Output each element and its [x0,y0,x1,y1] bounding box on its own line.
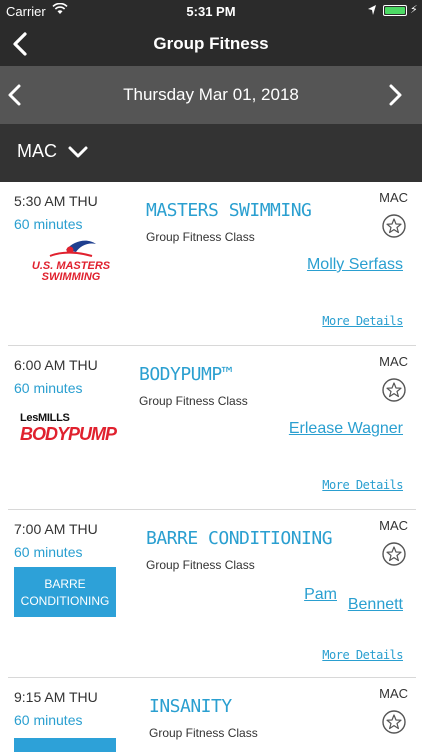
class-card-barre-conditioning[interactable]: 7:00 AM THU 60 minutes BARRE CONDITIONIN… [8,510,416,678]
class-name[interactable]: BARRE CONDITIONING [146,528,333,549]
class-duration: 60 minutes [14,544,83,560]
instructor-first-name-link[interactable]: Pam [304,586,337,604]
navigation-bar: Group Fitness [0,22,422,66]
class-type: Group Fitness Class [146,558,255,572]
class-name[interactable]: INSANITY [149,696,232,717]
favorite-star-icon[interactable] [382,378,406,402]
class-card-masters-swimming[interactable]: 5:30 AM THU 60 minutes U.S. MASTERS SWIM… [8,182,416,346]
class-name[interactable]: MASTERS SWIMMING [146,200,312,221]
lesmills-bodypump-logo: LesMILLS BODYPUMP [20,412,117,446]
barre-conditioning-logo: BARRE CONDITIONING [14,567,116,617]
class-type: Group Fitness Class [139,394,248,408]
charging-bolt-icon: ⚡ [410,4,418,16]
class-location: MAC [379,518,408,533]
class-duration: 60 minutes [14,380,83,396]
battery-icon [383,5,407,16]
logo-text-line2: SWIMMING [42,271,101,282]
location-filter[interactable]: MAC [0,124,422,182]
class-name[interactable]: BODYPUMP™ [139,364,233,385]
class-duration: 60 minutes [14,712,83,728]
more-details-link[interactable]: More Details [322,648,403,662]
page-title: Group Fitness [153,34,269,53]
more-details-link[interactable]: More Details [322,478,403,492]
favorite-star-icon[interactable] [382,542,406,566]
status-bar: Carrier 5:31 PM ⚡ [0,0,422,22]
more-details-link[interactable]: More Details [322,314,403,328]
class-type: Group Fitness Class [146,230,255,244]
logo-text-line1: LesMILLS [20,412,70,424]
instructor-link[interactable]: Molly Serfass [307,256,403,274]
class-location: MAC [379,686,408,701]
class-location: MAC [379,190,408,205]
next-day-icon[interactable] [384,82,406,108]
class-time: 9:15 AM THU [14,689,98,705]
class-type: Group Fitness Class [149,726,258,740]
class-time: 5:30 AM THU [14,193,98,209]
logo-text-line2: BODYPUMP [20,424,117,444]
favorite-star-icon[interactable] [382,710,406,734]
status-time: 5:31 PM [186,4,236,19]
location-arrow-icon [368,5,376,15]
location-filter-label: MAC [17,141,57,161]
class-duration: 60 minutes [14,216,83,232]
logo-text-line2: CONDITIONING [20,594,110,608]
date-selector: Thursday Mar 01, 2018 [0,66,422,124]
instructor-last-name-link[interactable]: Bennett [348,596,403,614]
class-time: 6:00 AM THU [14,357,98,373]
class-location: MAC [379,354,408,369]
class-card-insanity[interactable]: 9:15 AM THU 60 minutes INSANITY Group Fi… [8,678,416,752]
logo-text-line1: BARRE [44,577,86,591]
instructor-link[interactable]: Erlease Wagner [289,420,403,438]
class-card-bodypump[interactable]: 6:00 AM THU 60 minutes LesMILLS BODYPUMP… [8,346,416,510]
current-date: Thursday Mar 01, 2018 [123,85,299,104]
us-masters-swimming-logo: U.S. MASTERS SWIMMING [32,240,111,282]
favorite-star-icon[interactable] [382,214,406,238]
chevron-down-icon[interactable] [66,142,90,162]
class-time: 7:00 AM THU [14,521,98,537]
